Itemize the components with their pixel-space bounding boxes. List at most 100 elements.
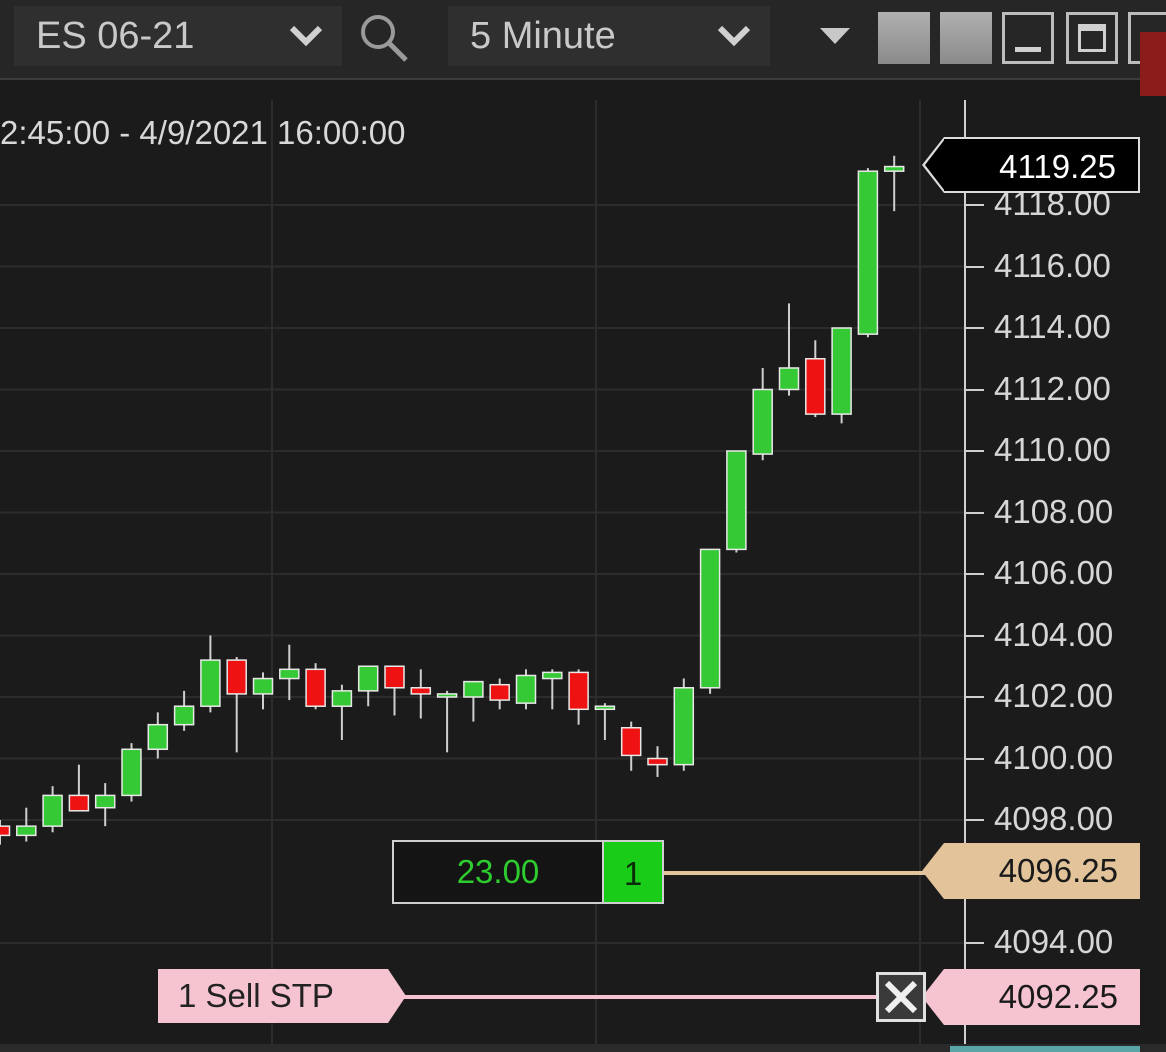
interval-selector[interactable]: 5 Minute [448, 6, 770, 66]
candle [515, 669, 537, 710]
price-tick-label: 4116.00 [994, 246, 1111, 284]
candle [121, 743, 142, 802]
minimize-icon[interactable] [1002, 12, 1054, 64]
candle [0, 820, 11, 845]
date-range-label: 2:45:00 - 4/9/2021 16:00:00 [0, 114, 406, 151]
price-tick-mark [966, 573, 984, 575]
chevron-down-icon [288, 6, 324, 84]
candle-body [200, 659, 221, 707]
chart-toolbar: ES 06-21 5 Minute [0, 0, 1166, 80]
candle-body [857, 170, 879, 335]
toolbar-toggle-button-2[interactable] [940, 12, 992, 64]
candle [489, 678, 510, 710]
stop-price-marker[interactable]: 4092.25 [922, 969, 1140, 1025]
side-tab[interactable] [1140, 32, 1166, 96]
price-tick-mark [966, 696, 984, 698]
candle [883, 155, 905, 212]
candle [463, 680, 484, 722]
close-icon [884, 980, 918, 1014]
candle [68, 764, 90, 812]
candle-body [384, 665, 405, 689]
candle [542, 669, 563, 710]
candle-body [673, 687, 695, 766]
candle [857, 168, 879, 338]
candle-body [410, 687, 432, 695]
price-tick-mark [966, 450, 984, 452]
candle-body [147, 723, 169, 751]
price-tick-label: 4110.00 [994, 431, 1111, 468]
candle-body [831, 327, 852, 415]
candle [726, 450, 747, 553]
candle-body [542, 671, 563, 680]
candle [436, 690, 458, 753]
candle-body [883, 165, 905, 172]
candle [752, 367, 773, 461]
candle [778, 303, 800, 396]
price-tick-label: 4112.00 [994, 369, 1111, 407]
candle [200, 635, 221, 713]
price-tick-mark [966, 204, 984, 206]
candle-body [357, 665, 379, 692]
candle-body [726, 450, 747, 551]
price-tick-label: 4106.00 [994, 554, 1114, 591]
price-tick-mark [966, 942, 984, 944]
chevron-down-icon [716, 6, 752, 84]
candle [594, 703, 616, 741]
candle-body [699, 548, 721, 689]
candle-body [121, 748, 142, 797]
price-tick-mark [966, 819, 984, 821]
instrument-selector[interactable]: ES 06-21 [14, 6, 342, 66]
price-axis[interactable]: 4118.00 4116.00 4114.00 4112.00 4110.00 4108.… [966, 80, 1140, 1046]
price-tick-mark [966, 634, 984, 637]
price-tick-label: 4100.00 [994, 738, 1114, 776]
candle [699, 548, 721, 694]
candle-body [568, 671, 589, 711]
candle-body [279, 668, 300, 680]
instrument-label: ES 06-21 [36, 15, 195, 57]
candle-body [305, 668, 326, 707]
candle [620, 721, 642, 771]
caret-down-icon[interactable] [820, 28, 850, 44]
price-tick-mark [966, 265, 984, 268]
toolbar-toggle-button[interactable] [878, 12, 930, 64]
candle [384, 665, 405, 716]
candle-body [647, 757, 668, 766]
price-tick-mark [966, 388, 984, 391]
candle [16, 807, 37, 842]
candle-body [594, 705, 616, 711]
price-tick-label: 4098.00 [994, 800, 1114, 837]
price-tick-label: 4108.00 [994, 492, 1114, 530]
cancel-order-button[interactable] [876, 972, 926, 1022]
position-pnl[interactable]: 23.00 [392, 840, 604, 904]
candle-body [173, 705, 195, 726]
candle [831, 327, 852, 424]
candle-body [226, 659, 247, 695]
position-price-marker[interactable]: 4096.25 [922, 843, 1140, 899]
candle [42, 786, 63, 833]
candle-body [68, 794, 90, 812]
search-icon[interactable] [356, 8, 416, 68]
candle-body [489, 683, 510, 701]
candle-body [16, 825, 37, 837]
candle [279, 644, 300, 701]
position-quantity[interactable]: 1 [604, 840, 664, 904]
candle [673, 678, 695, 771]
candle-body [515, 674, 537, 704]
candle-body [778, 367, 800, 391]
price-tick-label: 4114.00 [994, 308, 1111, 345]
candle [647, 746, 668, 777]
price-tick-label: 4104.00 [994, 615, 1114, 653]
candle-body [752, 388, 773, 455]
candle [568, 669, 589, 725]
maximize-icon[interactable] [1066, 12, 1118, 64]
candle-body [42, 794, 63, 827]
candle-body [436, 693, 458, 698]
last-price-marker: 4119.25 [922, 137, 1140, 193]
candles [0, 155, 905, 845]
candle [805, 340, 826, 418]
candle [226, 657, 247, 753]
sell-stop-order-label[interactable]: 1 Sell STP [158, 969, 406, 1023]
candle [147, 712, 169, 759]
candle [357, 665, 379, 707]
bottom-tab[interactable] [950, 1046, 1140, 1052]
